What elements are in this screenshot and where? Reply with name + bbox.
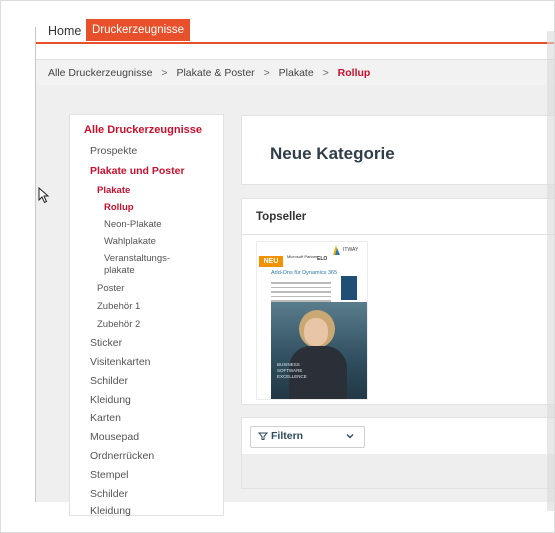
sidebar-item-karten[interactable]: Karten xyxy=(90,412,121,424)
sidebar-item-kleidung-2[interactable]: Kleidung xyxy=(90,505,131,517)
topseller-title: Topseller xyxy=(256,211,307,223)
person-face xyxy=(304,318,328,346)
sidebar-item-plakate[interactable]: Plakate xyxy=(97,185,130,196)
mouse-cursor-icon xyxy=(38,187,50,204)
brand-logo-icon xyxy=(333,245,340,255)
sidebar-item-mousepad[interactable]: Mousepad xyxy=(90,431,139,443)
cover-tagline: BUSINESS SOFTWARE EXCELLENCE xyxy=(277,362,307,379)
sidebar-item-poster[interactable]: Poster xyxy=(97,283,124,294)
breadcrumb-separator: > xyxy=(322,67,329,79)
breadcrumb-item-alle[interactable]: Alle Druckerzeugnisse xyxy=(48,60,152,86)
breadcrumb-item-rollup: Rollup xyxy=(337,67,371,79)
sidebar-item-prospekte[interactable]: Prospekte xyxy=(90,145,137,157)
breadcrumb-separator: > xyxy=(161,67,168,79)
filter-dropdown[interactable]: Filtern xyxy=(250,426,365,448)
sidebar-item-schilder[interactable]: Schilder xyxy=(90,375,128,387)
sidebar-item-ordnerruecken[interactable]: Ordnerrücken xyxy=(90,450,154,462)
brand-name: ITWAY xyxy=(343,247,359,253)
breadcrumb-item-plakate[interactable]: Plakate xyxy=(279,60,314,86)
sidebar-item-rollup[interactable]: Rollup xyxy=(104,202,134,213)
chevron-down-icon xyxy=(346,434,354,439)
sidebar-item-kleidung[interactable]: Kleidung xyxy=(90,394,131,406)
category-header-panel: Neue Kategorie xyxy=(241,115,554,185)
breadcrumb-separator: > xyxy=(263,67,270,79)
filter-results-strip xyxy=(242,454,554,488)
sidebar-item-zubehoer-2[interactable]: Zubehör 2 xyxy=(97,319,140,330)
cover-photo: BUSINESS SOFTWARE EXCELLENCE xyxy=(271,302,367,399)
new-badge: NEU xyxy=(259,256,283,267)
tab-druckerzeugnisse[interactable]: Druckerzeugnisse xyxy=(86,19,191,41)
partner-label: Microsoft Partner xyxy=(287,254,318,259)
divider xyxy=(242,234,554,235)
scrollbar-track[interactable] xyxy=(547,31,554,511)
sidebar-item-wahlplakate[interactable]: Wahlplakate xyxy=(104,236,156,247)
sidebar-item-sticker[interactable]: Sticker xyxy=(90,337,122,349)
filter-icon xyxy=(258,432,268,440)
browser-viewport: Home Druckerzeugnisse Alle Druckerzeugni… xyxy=(0,0,555,533)
nav-underline xyxy=(36,42,554,44)
sidebar-item-schilder-2[interactable]: Schilder xyxy=(90,488,128,500)
sidebar-item-zubehoer-1[interactable]: Zubehör 1 xyxy=(97,301,140,312)
sidebar-item-veranstaltungsplakate[interactable]: Veranstaltungs- plakate xyxy=(104,253,170,277)
filter-panel: Filtern xyxy=(241,417,554,489)
sidebar-item-plakate-und-poster[interactable]: Plakate und Poster xyxy=(90,165,185,177)
sidebar-item-visitenkarten[interactable]: Visitenkarten xyxy=(90,356,151,368)
breadcrumb: Alle Druckerzeugnisse > Plakate & Poster… xyxy=(36,59,554,87)
filter-label: Filtern xyxy=(271,430,304,442)
sidebar-item-stempel[interactable]: Stempel xyxy=(90,469,129,481)
addon-title: Add-Ons für Dynamics 365 xyxy=(271,270,338,276)
book-icon xyxy=(341,276,357,300)
elo-label: ELO xyxy=(317,256,328,262)
sidebar-item-neon-plakate[interactable]: Neon-Plakate xyxy=(104,219,162,230)
category-sidebar: Alle Druckerzeugnisse Prospekte Plakate … xyxy=(69,114,224,517)
top-navigation: Home Druckerzeugnisse xyxy=(36,19,554,44)
tab-home[interactable]: Home xyxy=(46,21,83,41)
page-title: Neue Kategorie xyxy=(270,144,395,163)
product-cover-image[interactable]: ITWAY NEU Microsoft Partner ELO Add-Ons … xyxy=(256,241,368,400)
sidebar-item-alle-druckerzeugnisse[interactable]: Alle Druckerzeugnisse xyxy=(84,124,202,136)
breadcrumb-item-plakate-poster[interactable]: Plakate & Poster xyxy=(176,60,254,86)
topseller-panel: Topseller ITWAY NEU Microsoft Partner EL… xyxy=(241,198,554,405)
